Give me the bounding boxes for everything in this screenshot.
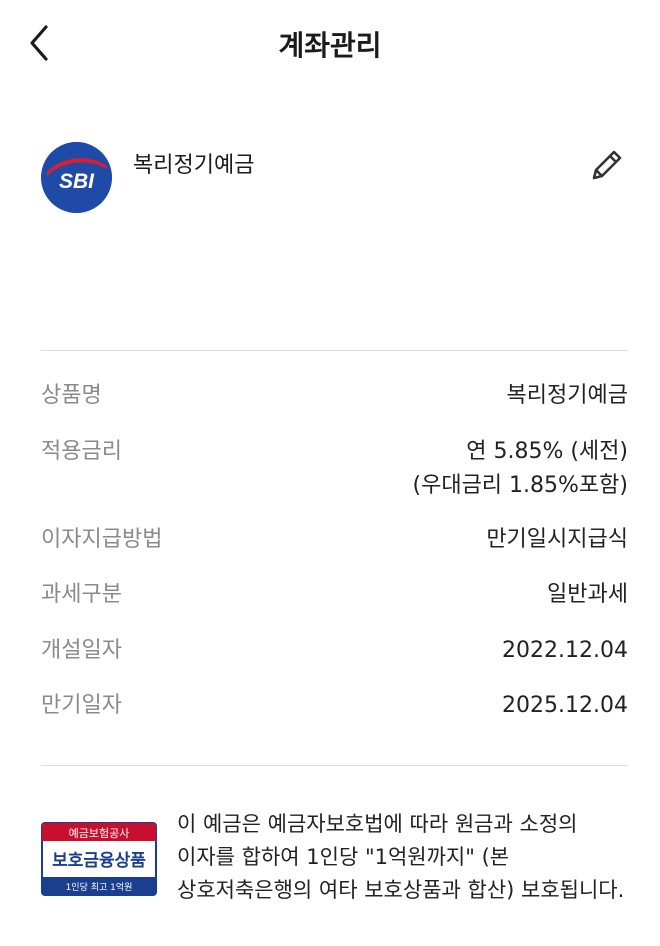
- header-bar: 계좌관리: [0, 0, 660, 90]
- pencil-icon: [592, 150, 622, 180]
- detail-value: 만기일시지급식: [486, 527, 628, 552]
- detail-row-rate: 적용금리 연 5.85% (세전) (우대금리 1.85%포함): [41, 435, 628, 505]
- account-name: 복리정기예금: [133, 153, 255, 178]
- edit-button[interactable]: [588, 146, 626, 184]
- detail-value: 일반과세: [547, 582, 628, 607]
- detail-label: 상품명: [41, 383, 102, 408]
- detail-label: 과세구분: [41, 582, 122, 607]
- detail-label: 만기일자: [41, 693, 122, 718]
- badge-top-text: 예금보험공사: [69, 827, 130, 840]
- notice-text: 이 예금은 예금자보호법에 따라 원금과 소정의 이자를 합하여 1인당 "1억…: [177, 812, 625, 902]
- badge-main-text: 보호금융상품: [52, 851, 146, 871]
- bank-logo-text: SBI: [59, 170, 95, 193]
- divider-bottom: [41, 765, 628, 766]
- divider-top: [41, 350, 628, 351]
- detail-value: 2025.12.04: [502, 693, 628, 718]
- rate-value: 연 5.85% (세전): [466, 439, 628, 464]
- detail-label: 이자지급방법: [41, 527, 163, 552]
- page-title: 계좌관리: [278, 29, 382, 62]
- detail-value-rate: 연 5.85% (세전) (우대금리 1.85%포함): [413, 435, 629, 503]
- account-header: SBI 복리정기예금: [0, 130, 660, 240]
- detail-label: 적용금리: [41, 439, 122, 464]
- badge-bottom-text: 1인당 최고 1억원: [66, 881, 133, 893]
- deposit-protection-badge: 예금보험공사 보호금융상품 1인당 최고 1억원: [41, 822, 157, 896]
- deposit-protection-notice: 예금보험공사 보호금융상품 1인당 최고 1억원 이 예금은 예금자보호법에 따…: [41, 808, 631, 918]
- detail-label: 개설일자: [41, 638, 122, 663]
- bank-logo: SBI: [41, 142, 112, 213]
- rate-preferential: (우대금리 1.85%포함): [412, 473, 629, 498]
- detail-value: 복리정기예금: [506, 383, 628, 408]
- detail-value: 2022.12.04: [502, 638, 628, 663]
